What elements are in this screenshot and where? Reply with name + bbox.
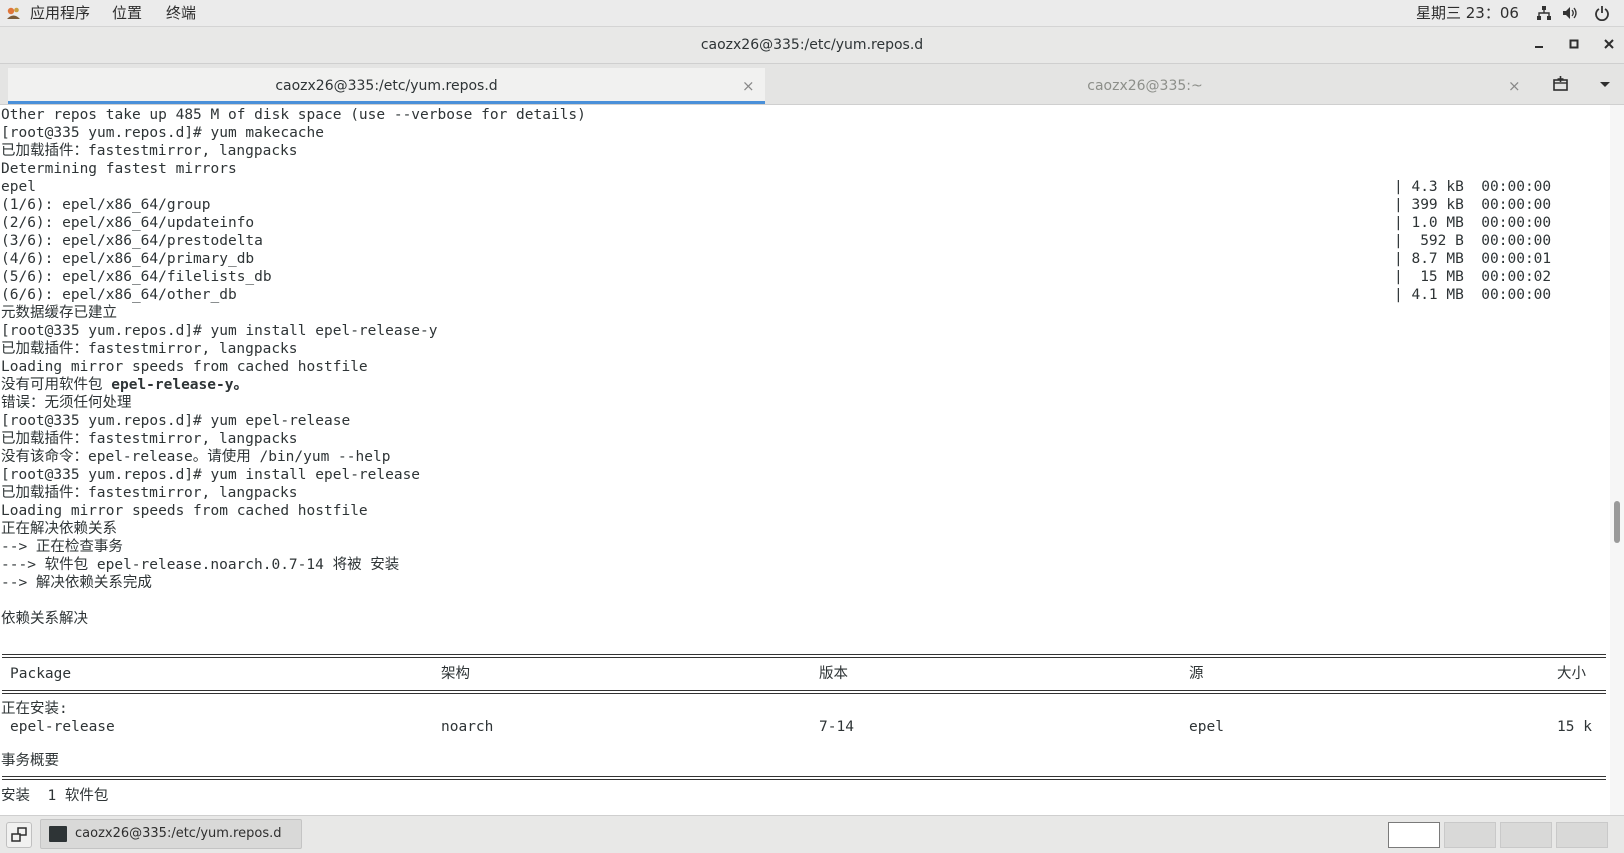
taskbar-terminal-window[interactable]: caozx26@335:/etc/yum.repos.d (40, 819, 302, 849)
terminal-text: 没有可用软件包 (1, 377, 112, 393)
show-desktop-button[interactable] (6, 822, 32, 848)
show-desktop-icon (11, 827, 27, 842)
terminal-line: (5/6): epel/x86_64/filelists_db (1, 269, 272, 285)
terminal-icon (49, 826, 67, 842)
terminal-line: 已加载插件：fastestmirror, langpacks (1, 485, 298, 501)
applications-icon (7, 7, 20, 19)
maximize-button[interactable] (1562, 33, 1586, 57)
scrollbar-thumb[interactable] (1614, 501, 1620, 543)
terminal-line: 元数据缓存已建立 (1, 305, 117, 321)
places-menu[interactable]: 位置 (112, 0, 142, 26)
minimize-icon (1535, 46, 1543, 48)
close-button[interactable] (1597, 33, 1621, 57)
download-stat: | 399 kB 00:00:00 (1394, 197, 1552, 213)
terminal-line: (3/6): epel/x86_64/prestodelta (1, 233, 263, 249)
terminal-line: Other repos take up 485 M of disk space … (1, 107, 586, 123)
table-section: 正在安装: (1, 701, 68, 717)
terminal-line: 没有该命令：epel-release。请使用 /bin/yum --help (1, 449, 391, 465)
network-icon[interactable] (1536, 5, 1552, 21)
tab-etc-yum-repos[interactable]: caozx26@335:/etc/yum.repos.d × (8, 68, 765, 104)
terminal-line: --> 正在检查事务 (1, 539, 123, 555)
terminal-line: [root@335 yum.repos.d]# yum makecache (1, 125, 325, 141)
terminal-line: Loading mirror speeds from cached hostfi… (1, 503, 368, 519)
download-stat: | 4.3 kB 00:00:00 (1394, 179, 1552, 195)
download-stat: | 1.0 MB 00:00:00 (1394, 215, 1552, 231)
tab-label: caozx26@335:~ (1087, 78, 1203, 94)
close-icon (1604, 39, 1614, 49)
tab-bar: caozx26@335:/etc/yum.repos.d × caozx26@3… (0, 64, 1624, 105)
terminal-scrollbar[interactable] (1610, 105, 1624, 815)
terminal-line: 已加载插件：fastestmirror, langpacks (1, 143, 298, 159)
table-cell-package: epel-release (10, 719, 115, 735)
terminal-line: 依赖关系解决 (1, 611, 88, 627)
chevron-down-icon[interactable] (1596, 75, 1614, 93)
terminal-line: --> 解决依赖关系完成 (1, 575, 152, 591)
summary-rule (2, 776, 1606, 780)
table-header-size: 大小 (1557, 666, 1586, 682)
workspace-1[interactable] (1388, 822, 1440, 848)
volume-icon[interactable] (1562, 5, 1578, 21)
minimize-button[interactable] (1527, 33, 1551, 57)
terminal-line: 已加载插件：fastestmirror, langpacks (1, 431, 298, 447)
terminal-line: [root@335 yum.repos.d]# yum epel-release (1, 413, 351, 429)
download-stat: | 8.7 MB 00:00:01 (1394, 251, 1552, 267)
terminal-line: Loading mirror speeds from cached hostfi… (1, 359, 368, 375)
bottom-panel: caozx26@335:/etc/yum.repos.d (0, 815, 1624, 853)
table-header-version: 版本 (819, 666, 848, 682)
download-stat: | 4.1 MB 00:00:00 (1394, 287, 1552, 303)
download-stat: | 15 MB 00:00:02 (1394, 269, 1552, 285)
terminal-line: 错误：无须任何处理 (1, 395, 132, 411)
applications-menu[interactable]: 应用程序 (30, 0, 90, 26)
window-title: caozx26@335:/etc/yum.repos.d (700, 37, 924, 53)
table-cell-size: 15 k (1557, 719, 1592, 735)
window-titlebar[interactable]: caozx26@335:/etc/yum.repos.d (0, 27, 1624, 64)
table-header-arch: 架构 (441, 666, 470, 682)
summary-title: 事务概要 (1, 753, 59, 769)
power-icon[interactable] (1594, 5, 1610, 21)
workspace-3[interactable] (1500, 822, 1552, 848)
table-header-repo: 源 (1189, 666, 1204, 682)
terminal-line: epel (1, 179, 36, 195)
table-cell-arch: noarch (441, 719, 494, 735)
terminal-line: [root@335 yum.repos.d]# yum install epel… (1, 467, 421, 483)
terminal-line: [root@335 yum.repos.d]# yum install epel… (1, 323, 438, 339)
terminal-line: (2/6): epel/x86_64/updateinfo (1, 215, 255, 231)
table-rule (2, 654, 1606, 658)
workspace-2[interactable] (1444, 822, 1496, 848)
tab-close-icon[interactable]: × (1508, 68, 1521, 104)
taskbar-label: caozx26@335:/etc/yum.repos.d (75, 826, 282, 841)
terminal-line: (4/6): epel/x86_64/primary_db (1, 251, 255, 267)
terminal-line: (1/6): epel/x86_64/group (1, 197, 211, 213)
terminal-line: 已加载插件：fastestmirror, langpacks (1, 341, 298, 357)
tab-label: caozx26@335:/etc/yum.repos.d (275, 78, 498, 94)
tab-close-icon[interactable]: × (742, 68, 755, 104)
terminal-line: 没有可用软件包 epel-release-y。 (1, 376, 248, 394)
terminal-line: ---> 软件包 epel-release.noarch.0.7-14 将被 安… (1, 557, 400, 573)
terminal-line: Determining fastest mirrors (1, 161, 237, 177)
workspace-4[interactable] (1556, 822, 1608, 848)
table-rule (2, 690, 1606, 694)
clock[interactable]: 星期三 23：06 (1416, 0, 1519, 26)
summary-line: 安装 1 软件包 (1, 788, 109, 804)
terminal-output[interactable]: Other repos take up 485 M of disk space … (0, 105, 1610, 815)
package-name: epel-release-y。 (111, 377, 248, 393)
maximize-icon (1569, 39, 1579, 49)
terminal-line: 正在解决依赖关系 (1, 521, 117, 537)
tab-home[interactable]: caozx26@335:~ × (767, 68, 1523, 104)
table-cell-version: 7-14 (819, 719, 854, 735)
table-cell-repo: epel (1189, 719, 1224, 735)
terminal-line: (6/6): epel/x86_64/other_db (1, 287, 237, 303)
terminal-menu[interactable]: 终端 (166, 0, 196, 26)
new-tab-icon[interactable] (1552, 75, 1570, 93)
download-stat: | 592 B 00:00:00 (1394, 233, 1552, 249)
table-header-package: Package (10, 666, 72, 682)
top-panel: 应用程序 位置 终端 星期三 23：06 (0, 0, 1624, 27)
